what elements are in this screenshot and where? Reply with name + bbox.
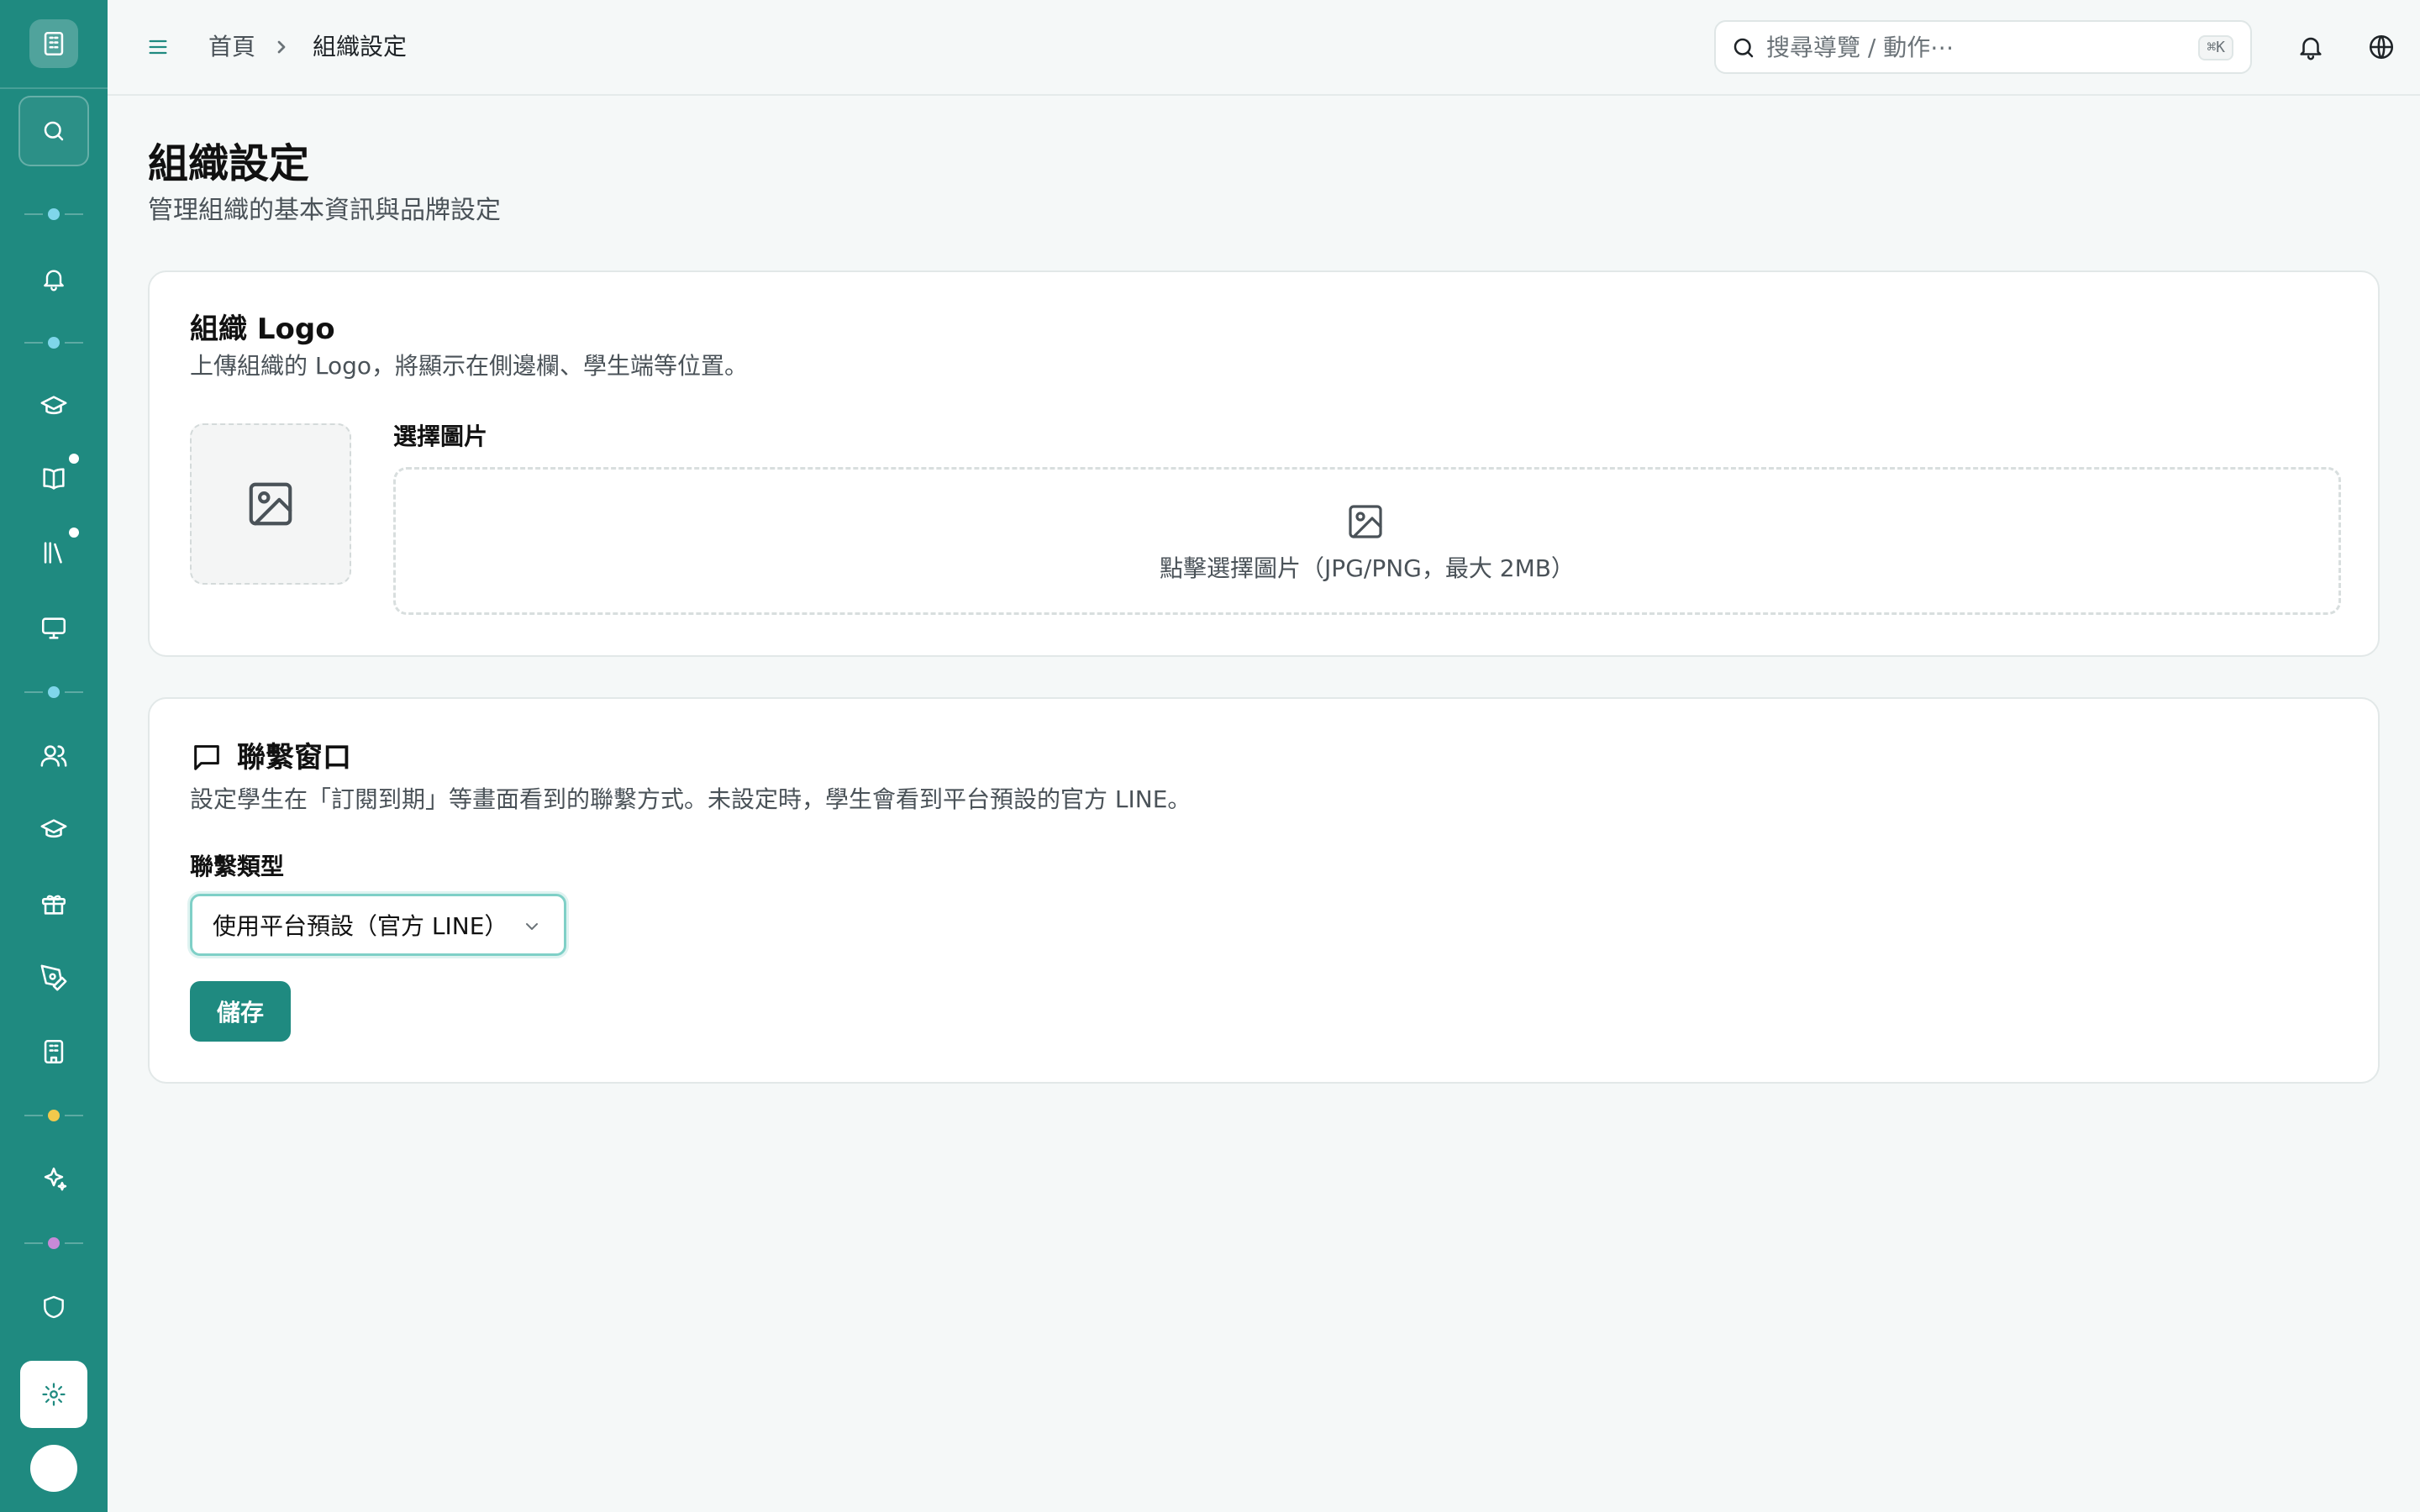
sidebar [0, 0, 108, 1512]
save-button[interactable]: 儲存 [190, 981, 291, 1042]
chevron-right-icon [272, 32, 291, 71]
globe-icon [2369, 34, 2394, 60]
sparkles-icon [44, 1167, 67, 1191]
bell-icon [2300, 37, 2322, 60]
sidebar-item-settings[interactable] [20, 1361, 87, 1428]
notification-dot [69, 528, 79, 538]
sidebar-item-rewards[interactable] [29, 879, 79, 929]
breadcrumb-home[interactable]: 首頁 [208, 30, 255, 64]
contact-type-label: 聯繫類型 [190, 853, 285, 880]
image-icon [249, 482, 292, 526]
sidebar-item-design[interactable] [29, 953, 79, 1003]
search-icon [44, 121, 64, 141]
chevron-down-icon [522, 916, 542, 940]
users-icon [40, 745, 67, 767]
top-header: 首頁 組織設定 ⌘K [108, 0, 2420, 96]
sidebar-item-lessons[interactable] [29, 454, 79, 504]
logo-preview [190, 423, 351, 585]
sidebar-group-separator [22, 685, 86, 699]
contact-card: 聯繫窗口 設定學生在「訂閱到期」等畫面看到的聯繫方式。未設定時，學生會看到平台預… [148, 697, 2380, 1084]
sidebar-item-display[interactable] [29, 603, 79, 654]
language-button[interactable] [2363, 29, 2400, 66]
gift-icon [41, 895, 66, 915]
notifications-button[interactable] [2292, 29, 2329, 66]
sidebar-item-library[interactable] [29, 528, 79, 578]
contact-type-value: 使用平台預設（官方 LINE） [213, 912, 508, 940]
bell-icon [44, 270, 64, 291]
page-title: 組織設定 [148, 140, 310, 187]
search-input[interactable] [1766, 30, 2170, 64]
sidebar-item-members[interactable] [29, 731, 79, 781]
contact-card-description: 設定學生在「訂閱到期」等畫面看到的聯繫方式。未設定時，學生會看到平台預設的官方 … [190, 785, 1192, 813]
sidebar-item-courses[interactable] [29, 381, 79, 432]
building-icon [44, 1039, 64, 1064]
notification-dot [69, 454, 79, 464]
shortcut-badge: ⌘K [2198, 35, 2233, 60]
logo-card-title: 組織 Logo [190, 312, 335, 346]
sidebar-item-students[interactable] [29, 805, 79, 855]
avatar[interactable] [30, 1445, 77, 1492]
sidebar-group-separator [22, 1109, 86, 1122]
sidebar-group-separator [22, 207, 86, 221]
search-icon [1731, 35, 1756, 64]
image-dropzone[interactable]: 點擊選擇圖片（JPG/PNG，最大 2MB） [393, 467, 2341, 615]
library-icon [44, 542, 62, 564]
monitor-icon [41, 617, 66, 639]
org-logo[interactable] [29, 19, 78, 68]
logo-card: 組織 Logo 上傳組織的 Logo，將顯示在側邊欄、學生端等位置。 選擇圖片 … [148, 270, 2380, 657]
image-icon [1345, 501, 1386, 545]
contact-card-title: 聯繫窗口 [237, 741, 351, 774]
pen-tool-icon [40, 964, 67, 991]
gear-icon [42, 1383, 66, 1406]
sidebar-divider [0, 87, 108, 89]
sidebar-group-separator [22, 1236, 86, 1250]
graduation-cap-icon [40, 396, 67, 415]
page-subtitle: 管理組織的基本資訊與品牌設定 [148, 196, 501, 225]
sidebar-item-organization[interactable] [29, 1026, 79, 1077]
menu-icon [149, 39, 167, 55]
upload-label: 選擇圖片 [393, 423, 488, 450]
shield-icon [44, 1295, 64, 1319]
building-icon [44, 31, 64, 56]
book-open-icon [43, 468, 65, 490]
logo-card-description: 上傳組織的 Logo，將顯示在側邊欄、學生端等位置。 [190, 352, 749, 380]
message-square-icon [190, 741, 224, 778]
contact-type-select[interactable]: 使用平台預設（官方 LINE） [190, 894, 566, 956]
graduation-cap-icon [40, 819, 67, 838]
breadcrumb-current: 組織設定 [313, 33, 408, 60]
dropzone-hint: 點擊選擇圖片（JPG/PNG，最大 2MB） [1160, 554, 1575, 582]
sidebar-item-security[interactable] [29, 1282, 79, 1332]
global-search[interactable]: ⌘K [1714, 20, 2252, 74]
sidebar-group-separator [22, 336, 86, 349]
sidebar-item-notifications[interactable] [29, 254, 79, 304]
sidebar-search-button[interactable] [18, 96, 89, 166]
sidebar-item-ai[interactable] [29, 1154, 79, 1205]
menu-toggle-button[interactable] [141, 30, 175, 64]
